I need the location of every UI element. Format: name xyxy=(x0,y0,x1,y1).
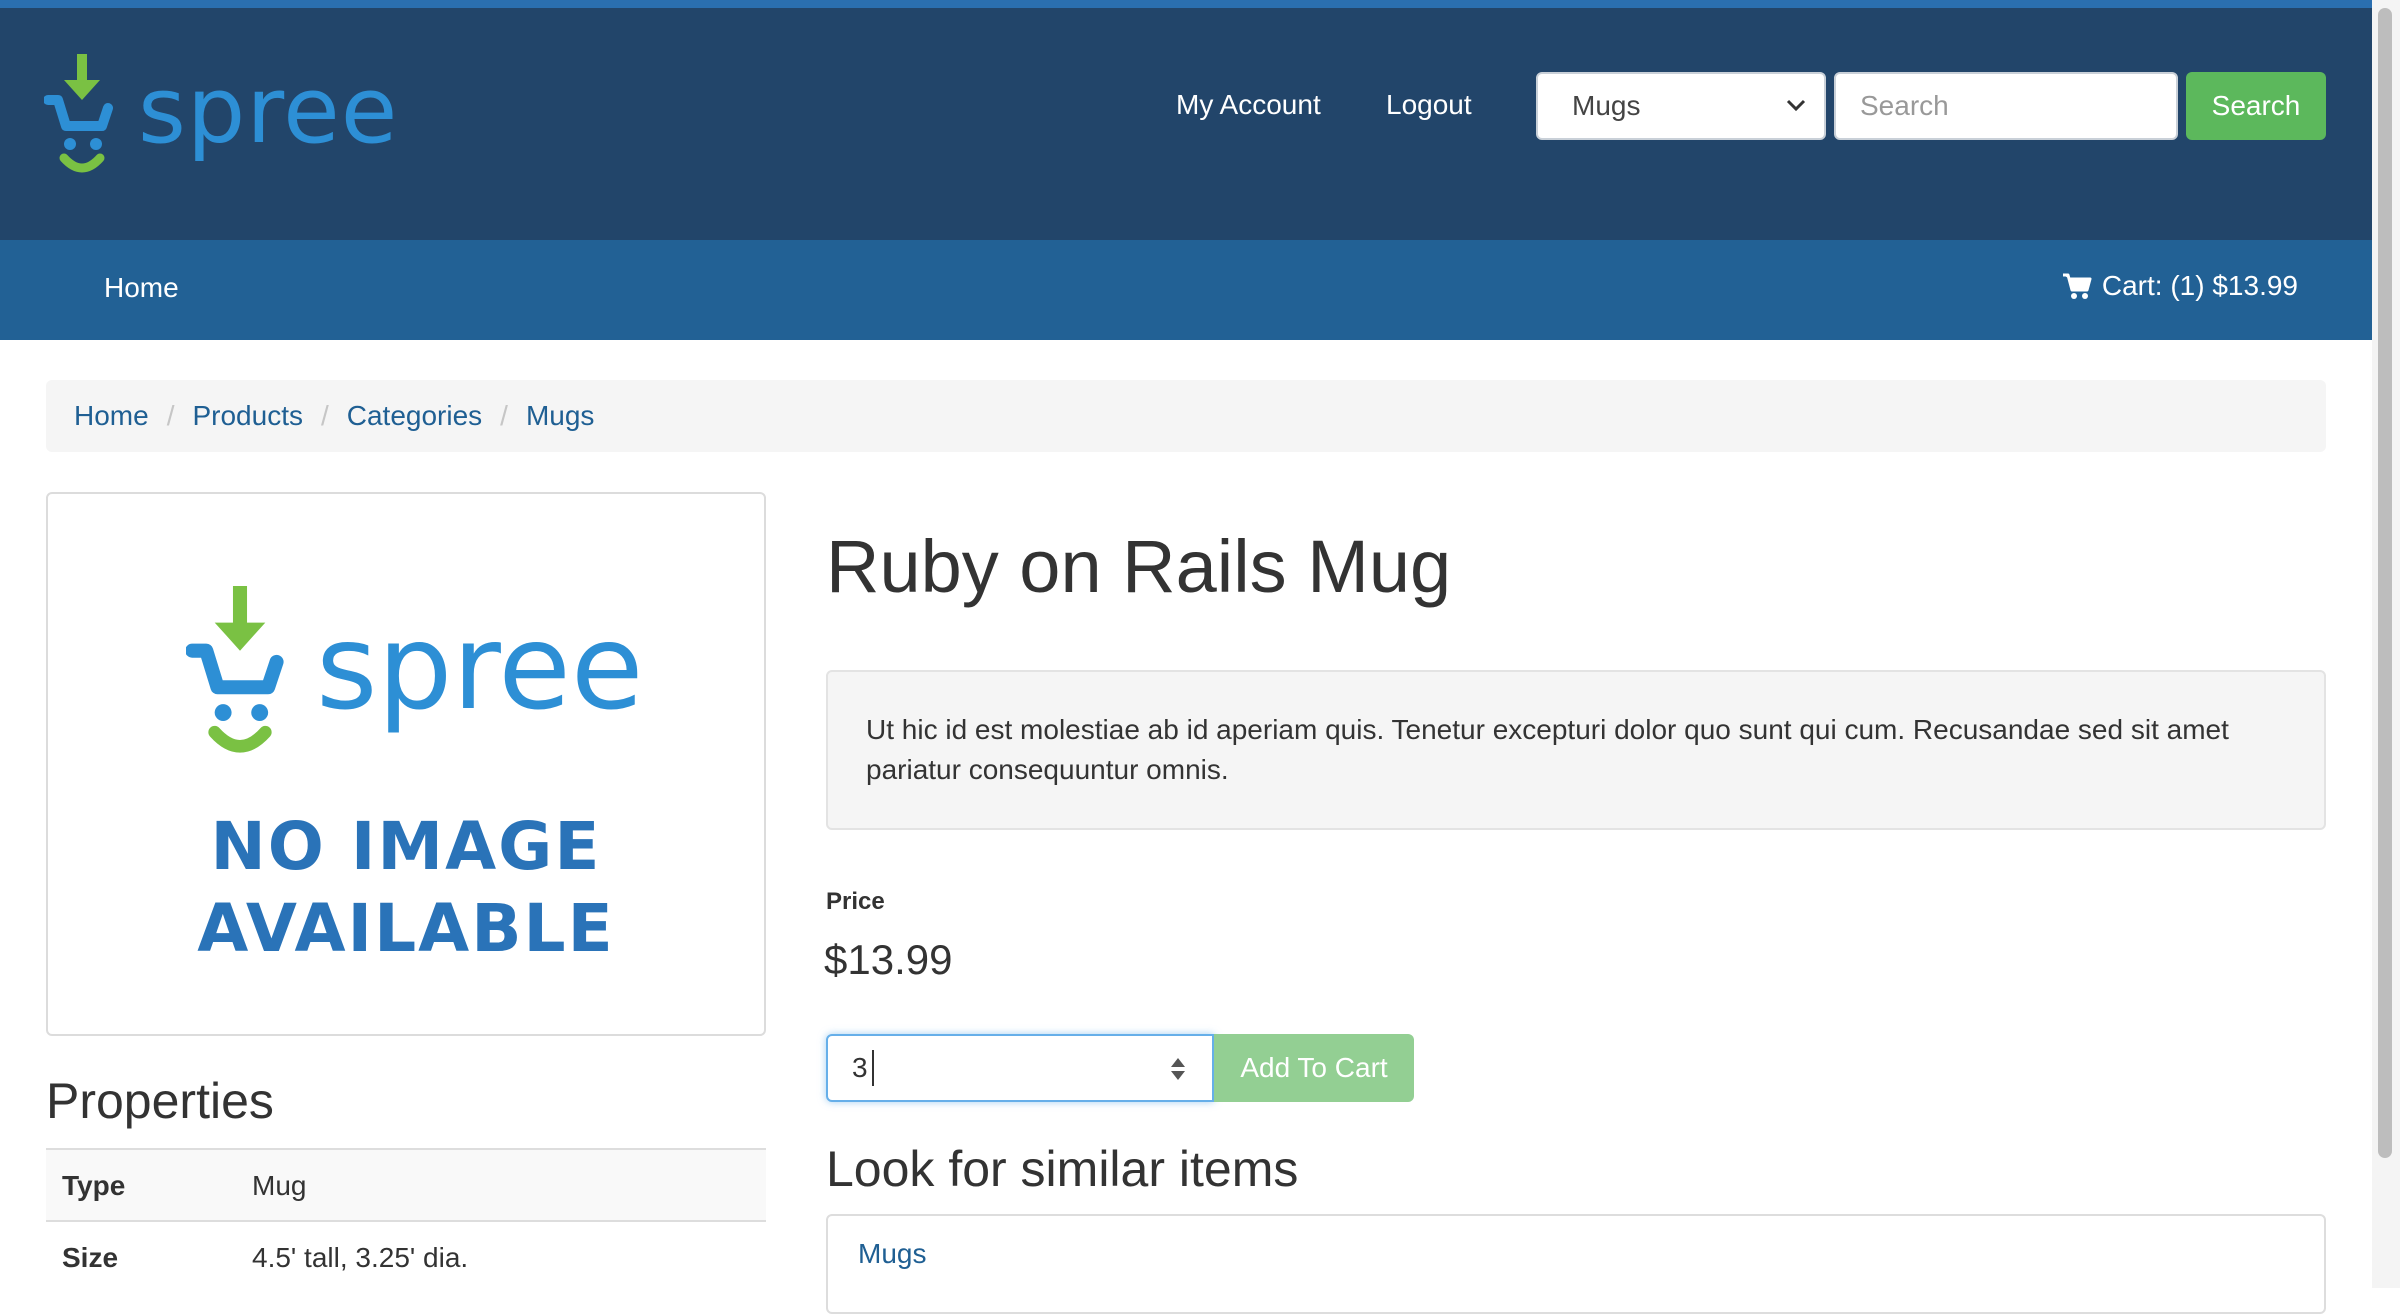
cart-link[interactable]: Cart: (1) $13.99 xyxy=(2062,270,2298,302)
no-image-text: NO IMAGE AVAILABLE xyxy=(48,806,764,970)
property-key: Size xyxy=(62,1242,119,1273)
property-row: Size 4.5' tall, 3.25' dia. xyxy=(46,1220,766,1292)
similar-items-heading: Look for similar items xyxy=(826,1141,1299,1197)
search-button[interactable]: Search xyxy=(2186,72,2326,140)
similar-items-list: Mugs xyxy=(826,1214,2326,1314)
no-image-line2: AVAILABLE xyxy=(197,890,615,967)
search-input[interactable] xyxy=(1834,72,2178,140)
product-description: Ut hic id est molestiae ab id aperiam qu… xyxy=(826,670,2326,830)
breadcrumb-separator: / xyxy=(166,400,175,431)
site-logo[interactable]: spree xyxy=(44,54,398,182)
product-title: Ruby on Rails Mug xyxy=(826,525,1452,608)
quantity-input[interactable]: 3 xyxy=(826,1034,1214,1102)
add-to-cart-button[interactable]: Add To Cart xyxy=(1214,1034,1414,1102)
product-image: spree NO IMAGE AVAILABLE xyxy=(46,492,766,1036)
property-value: 4.5' tall, 3.25' dia. xyxy=(252,1242,469,1273)
taxon-select-value: Mugs xyxy=(1572,90,1641,121)
my-account-link[interactable]: My Account xyxy=(1176,88,1321,122)
scrollbar-thumb[interactable] xyxy=(2378,8,2392,1158)
spree-logo-icon xyxy=(44,54,113,173)
cart-summary: Cart: (1) $13.99 xyxy=(2101,270,2298,301)
price-label: Price xyxy=(826,888,885,915)
no-image-line1: NO IMAGE xyxy=(210,808,602,885)
breadcrumb-home[interactable]: Home xyxy=(74,400,149,432)
no-image-wordmark: spree xyxy=(316,598,644,736)
chevron-down-icon xyxy=(1786,99,1806,112)
logo-wordmark: spree xyxy=(138,57,399,164)
text-caret xyxy=(872,1050,874,1086)
breadcrumb-products[interactable]: Products xyxy=(192,400,303,432)
breadcrumb: Home / Products / Categories / Mugs xyxy=(46,380,2326,452)
taxon-select[interactable]: Mugs xyxy=(1536,72,1826,140)
property-key: Type xyxy=(62,1170,126,1201)
site-header: spree My Account Logout Mugs Search xyxy=(0,8,2372,240)
breadcrumb-separator: / xyxy=(500,400,508,431)
product-price: $13.99 xyxy=(824,936,953,983)
nav-home-link[interactable]: Home xyxy=(104,272,179,304)
quantity-value: 3 xyxy=(852,1052,868,1083)
breadcrumb-separator: / xyxy=(320,400,329,431)
breadcrumb-mugs[interactable]: Mugs xyxy=(526,400,594,432)
logout-link[interactable]: Logout xyxy=(1386,88,1472,122)
main-nav: Home Cart: (1) $13.99 xyxy=(0,240,2372,340)
no-image-logo: spree xyxy=(186,586,644,766)
cart-icon xyxy=(2062,273,2092,299)
spinner-arrows-icon[interactable] xyxy=(1170,1056,1186,1082)
breadcrumb-categories[interactable]: Categories xyxy=(347,400,482,432)
similar-item-link[interactable]: Mugs xyxy=(858,1238,926,1270)
spree-logo-icon xyxy=(186,586,284,753)
properties-heading: Properties xyxy=(46,1073,274,1129)
property-value: Mug xyxy=(252,1170,307,1201)
property-row: Type Mug xyxy=(46,1148,766,1220)
top-accent-line xyxy=(0,0,2372,8)
